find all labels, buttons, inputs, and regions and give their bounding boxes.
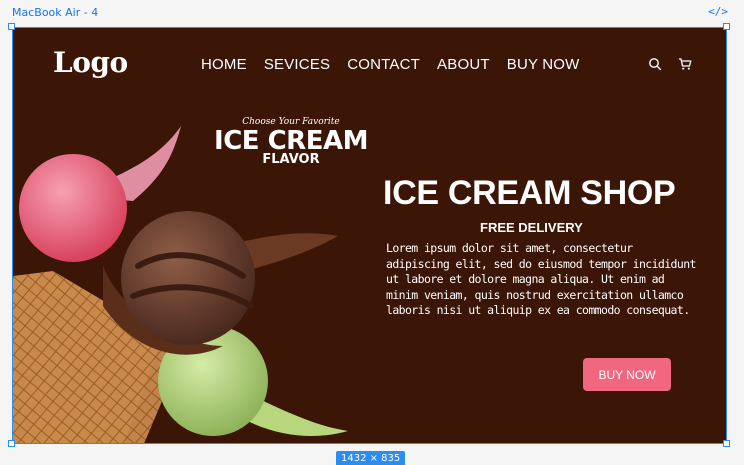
resize-handle-top-left[interactable] xyxy=(8,23,15,30)
buy-now-button[interactable]: BUY NOW xyxy=(583,358,671,391)
hero-description: Lorem ipsum dolor sit amet, consectetur … xyxy=(386,241,696,317)
header-icons xyxy=(648,57,692,71)
search-icon[interactable] xyxy=(648,57,662,71)
main-nav: HOME SEVICES CONTACT ABOUT BUY NOW xyxy=(201,56,580,73)
code-icon[interactable]: </> xyxy=(708,5,728,18)
resize-handle-top-right[interactable] xyxy=(723,23,730,30)
nav-item-about[interactable]: ABOUT xyxy=(437,56,490,73)
logo[interactable]: Logo xyxy=(53,46,128,79)
nav-item-services[interactable]: SEVICES xyxy=(264,56,330,73)
nav-item-home[interactable]: HOME xyxy=(201,56,247,73)
cart-icon[interactable] xyxy=(678,57,692,71)
nav-item-buy-now[interactable]: BUY NOW xyxy=(507,56,580,73)
frame-size-badge: 1432 × 835 xyxy=(336,451,406,465)
resize-handle-bottom-right[interactable] xyxy=(723,440,730,447)
frame-name-label[interactable]: MacBook Air - 4 xyxy=(12,6,98,19)
hero-title: ICE CREAM SHOP xyxy=(383,174,676,212)
hero-subtitle: FREE DELIVERY xyxy=(480,220,583,235)
badge-subtitle: FLAVOR xyxy=(262,152,320,167)
resize-handle-bottom-left[interactable] xyxy=(8,440,15,447)
design-frame[interactable]: Logo HOME SEVICES CONTACT ABOUT BUY NOW xyxy=(12,27,727,444)
nav-item-contact[interactable]: CONTACT xyxy=(347,56,420,73)
